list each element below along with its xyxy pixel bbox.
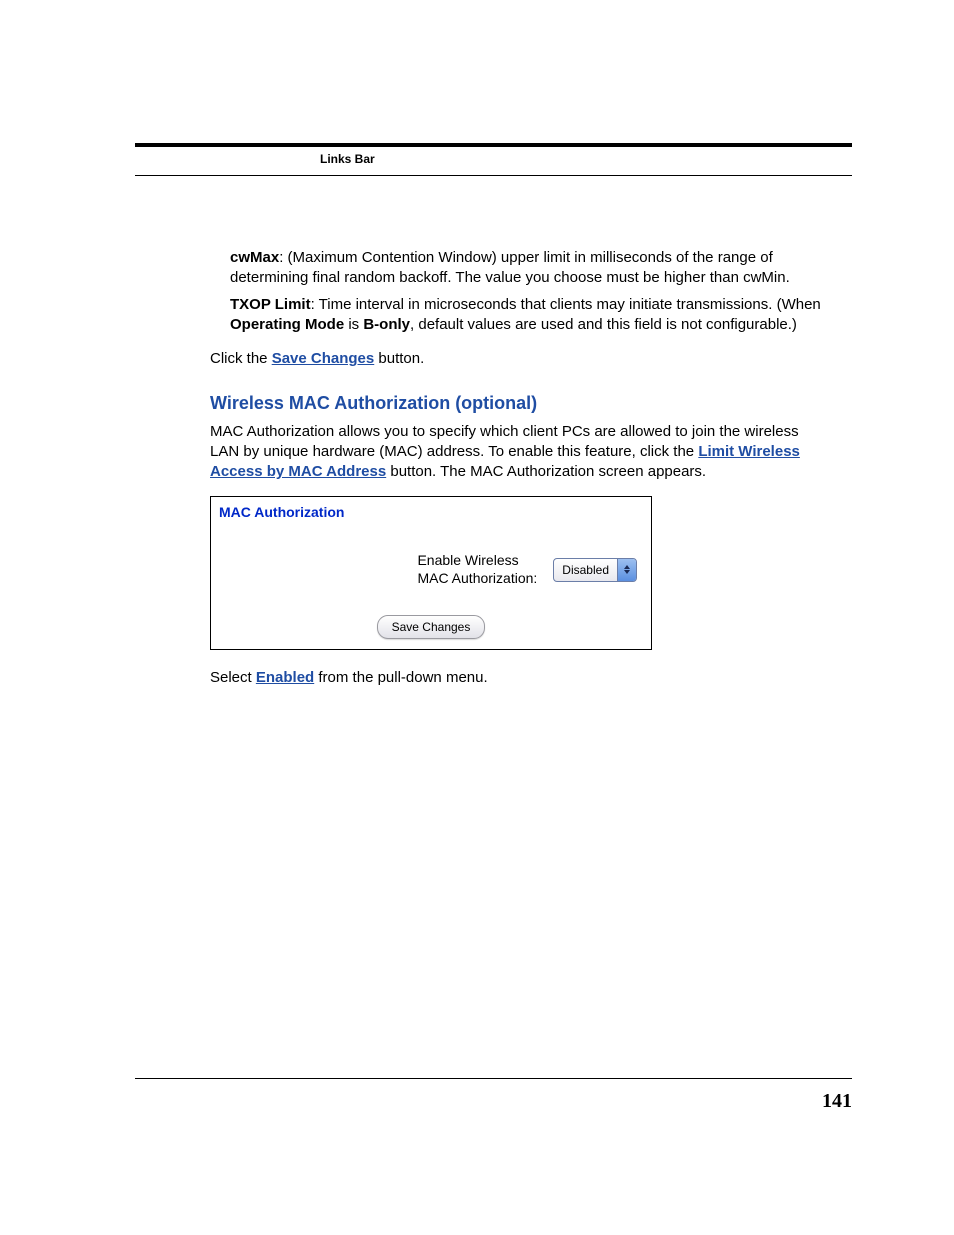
field-label-line1: Enable Wireless <box>417 552 518 568</box>
closing-suffix: from the pull-down menu. <box>314 669 487 686</box>
txop-text3: , default values are used and this field… <box>410 316 797 333</box>
mac-authorization-panel: MAC Authorization Enable Wireless MAC Au… <box>210 496 652 650</box>
footer-rule <box>135 1078 852 1079</box>
definition-block: cwMax: (Maximum Contention Window) upper… <box>230 248 830 335</box>
txop-text2: is <box>344 316 363 333</box>
rule-heavy <box>135 143 852 147</box>
chevron-up-icon <box>624 565 630 569</box>
section-paragraph: MAC Authorization allows you to specify … <box>210 422 830 483</box>
closing-prefix: Select <box>210 669 256 686</box>
panel-field-row: Enable Wireless MAC Authorization: Disab… <box>211 552 651 615</box>
cwmax-label: cwMax <box>230 249 279 266</box>
txop-label: TXOP Limit <box>230 296 311 313</box>
rule-thin <box>135 175 852 176</box>
closing-instruction: Select Enabled from the pull-down menu. <box>210 668 830 688</box>
chevron-down-icon <box>624 570 630 574</box>
save-prefix: Click the <box>210 350 272 367</box>
cwmax-def: cwMax: (Maximum Contention Window) upper… <box>230 248 830 289</box>
txop-text1: : Time interval in microseconds that cli… <box>311 296 821 313</box>
save-changes-button[interactable]: Save Changes <box>377 615 486 639</box>
section-heading-wireless-mac: Wireless MAC Authorization (optional) <box>210 391 830 415</box>
txop-def: TXOP Limit: Time interval in microsecond… <box>230 295 830 336</box>
mac-authorization-select[interactable]: Disabled <box>553 558 637 582</box>
header-links-bar: Links Bar <box>320 152 375 166</box>
enabled-link[interactable]: Enabled <box>256 669 314 686</box>
panel-footer: Save Changes <box>211 615 651 649</box>
para-suffix: button. The MAC Authorization screen app… <box>386 463 706 480</box>
enable-wireless-mac-label: Enable Wireless MAC Authorization: <box>417 552 537 587</box>
save-changes-instruction: Click the Save Changes button. <box>210 349 830 369</box>
field-label-line2: MAC Authorization: <box>417 570 537 586</box>
save-changes-link[interactable]: Save Changes <box>272 350 375 367</box>
txop-operating-mode: Operating Mode <box>230 316 344 333</box>
txop-bonly: B-only <box>363 316 410 333</box>
page: Links Bar cwMax: (Maximum Contention Win… <box>0 0 954 1235</box>
save-suffix: button. <box>374 350 424 367</box>
content: cwMax: (Maximum Contention Window) upper… <box>210 248 830 702</box>
select-value: Disabled <box>554 559 617 581</box>
page-number: 141 <box>822 1090 852 1113</box>
cwmax-text: : (Maximum Contention Window) upper limi… <box>230 249 790 286</box>
select-stepper-icon <box>617 559 636 581</box>
panel-title: MAC Authorization <box>211 497 651 552</box>
